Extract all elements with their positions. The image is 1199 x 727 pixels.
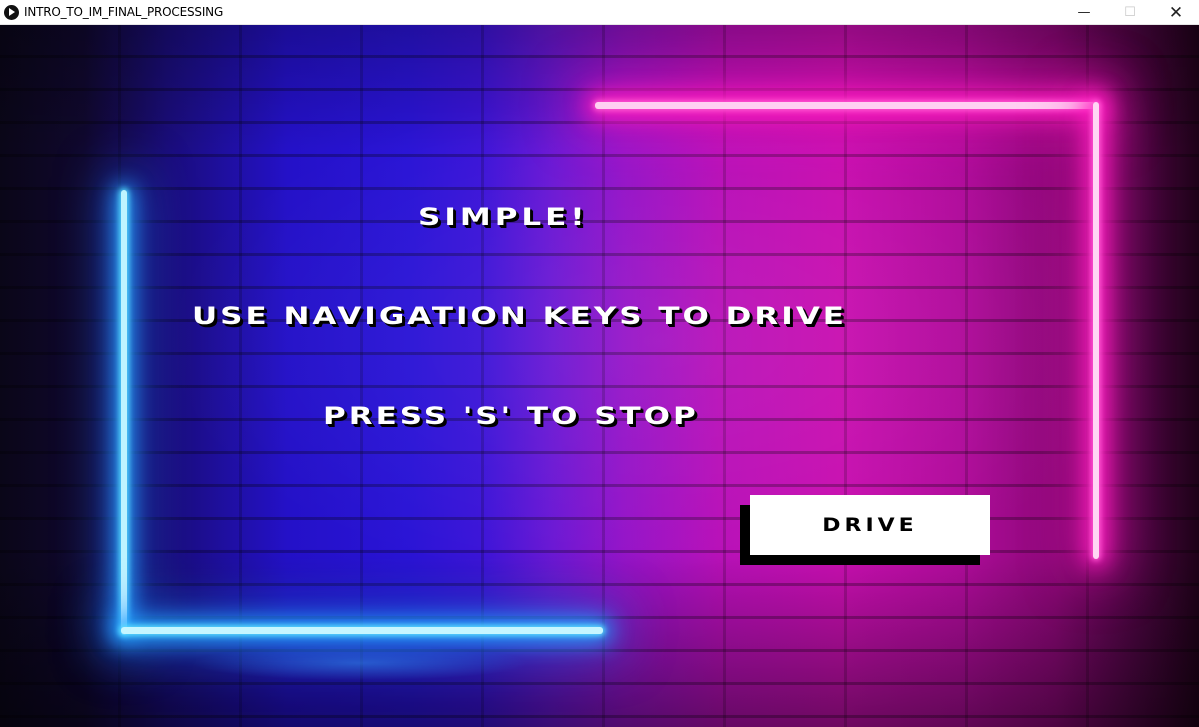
window-controls: — ☐ ✕ — [1061, 0, 1199, 25]
instruction-stop: PRESS 'S' TO STOP — [323, 402, 699, 431]
minimize-button[interactable]: — — [1061, 0, 1107, 25]
floor-glow — [120, 643, 600, 693]
close-button[interactable]: ✕ — [1153, 0, 1199, 25]
neon-pink-vertical-bar — [1093, 102, 1099, 559]
processing-play-icon — [4, 4, 19, 20]
background-shading — [0, 25, 1199, 727]
drive-button[interactable]: DRIVE — [750, 495, 990, 555]
neon-blue-horizontal-bar — [121, 627, 603, 634]
maximize-button[interactable]: ☐ — [1107, 0, 1153, 25]
neon-pink-horizontal-bar — [595, 102, 1098, 109]
window-title: INTRO_TO_IM_FINAL_PROCESSING — [24, 5, 224, 19]
drive-button-label: DRIVE — [822, 514, 918, 536]
neon-blue-vertical-bar — [121, 190, 127, 635]
instruction-simple: SIMPLE! — [418, 203, 589, 232]
sketch-canvas[interactable]: SIMPLE! USE NAVIGATION KEYS TO DRIVE PRE… — [0, 25, 1199, 727]
window-titlebar: INTRO_TO_IM_FINAL_PROCESSING — ☐ ✕ — [0, 0, 1199, 25]
instruction-navigation: USE NAVIGATION KEYS TO DRIVE — [192, 302, 847, 331]
